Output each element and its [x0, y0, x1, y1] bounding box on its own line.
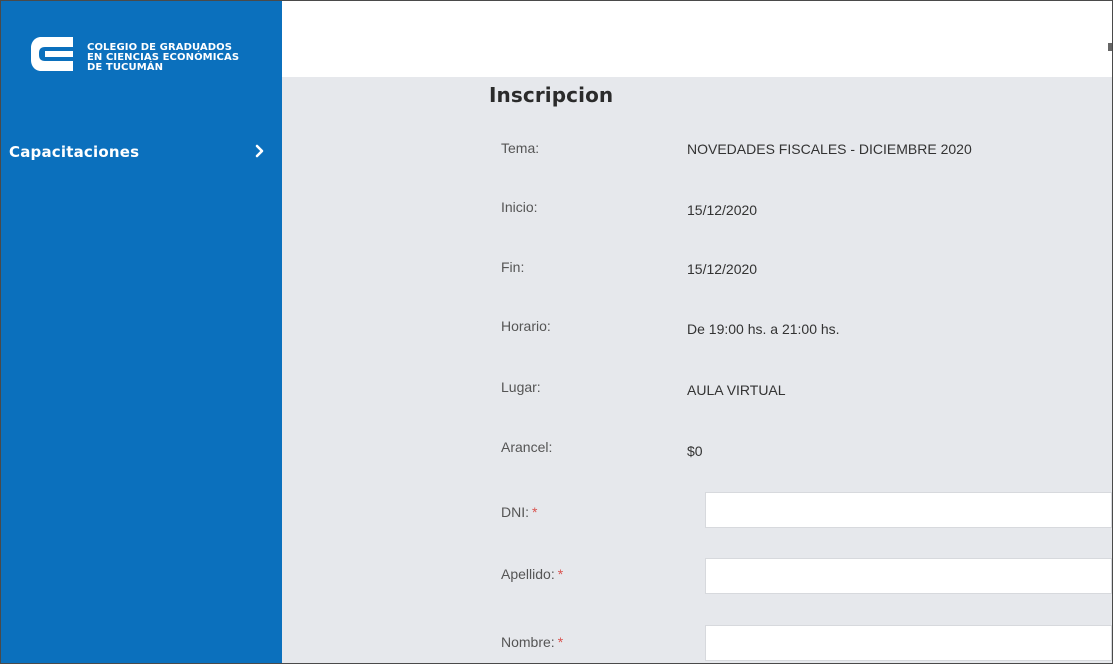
top-header — [282, 1, 1112, 77]
apellido-label: Apellido: * — [501, 566, 563, 582]
arancel-label: Arancel: — [501, 439, 553, 455]
nombre-label-text: Nombre: — [501, 634, 555, 650]
inicio-label: Inicio: — [501, 199, 538, 215]
horario-value: De 19:00 hs. a 21:00 hs. — [687, 321, 840, 337]
nombre-input[interactable] — [705, 625, 1112, 661]
required-mark: * — [557, 634, 564, 650]
sidebar-item-capacitaciones[interactable]: Capacitaciones — [1, 137, 282, 169]
fin-label: Fin: — [501, 259, 525, 275]
horario-label: Horario: — [501, 318, 551, 334]
header-edge-control[interactable] — [1108, 43, 1112, 51]
logo-text: COLEGIO DE GRADUADOS EN CIENCIAS ECONÓMI… — [87, 43, 239, 73]
chevron-right-icon — [255, 144, 264, 158]
apellido-input[interactable] — [705, 558, 1112, 594]
dni-input[interactable] — [705, 492, 1112, 528]
dni-label-text: DNI: — [501, 504, 529, 520]
nombre-label: Nombre: * — [501, 634, 563, 650]
main-content: Inscripcion Tema: NOVEDADES FISCALES - D… — [282, 77, 1112, 663]
sidebar: COLEGIO DE GRADUADOS EN CIENCIAS ECONÓMI… — [1, 1, 282, 663]
arancel-value: $0 — [687, 443, 703, 459]
app-frame: COLEGIO DE GRADUADOS EN CIENCIAS ECONÓMI… — [0, 0, 1113, 664]
tema-label: Tema: — [501, 140, 540, 156]
logo-line-3: DE TUCUMÁN — [87, 62, 164, 73]
page-title: Inscripcion — [489, 83, 614, 107]
logo[interactable]: COLEGIO DE GRADUADOS EN CIENCIAS ECONÓMI… — [29, 33, 274, 83]
sidebar-item-label: Capacitaciones — [9, 143, 140, 161]
lugar-value: AULA VIRTUAL — [687, 382, 786, 398]
lugar-label: Lugar: — [501, 379, 541, 395]
fin-value: 15/12/2020 — [687, 261, 758, 277]
required-mark: * — [532, 504, 538, 520]
tema-value: NOVEDADES FISCALES - DICIEMBRE 2020 — [687, 141, 972, 157]
dni-label: DNI: * — [501, 504, 537, 520]
required-mark: * — [557, 566, 564, 582]
college-logo-icon — [31, 37, 73, 71]
apellido-label-text: Apellido: — [501, 566, 555, 582]
inicio-value: 15/12/2020 — [687, 202, 758, 218]
